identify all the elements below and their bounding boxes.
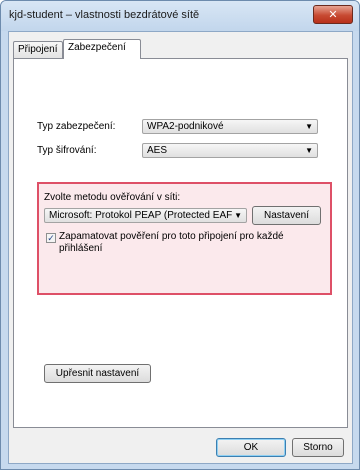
auth-method-select[interactable]: Microsoft: Protokol PEAP (Protected EAF … <box>44 208 247 223</box>
settings-button[interactable]: Nastavení <box>252 206 321 225</box>
tab-connection[interactable]: Připojení <box>13 41 63 58</box>
title-bar[interactable]: kjd-student – vlastnosti bezdrátové sítě… <box>1 1 359 31</box>
close-icon: ✕ <box>328 8 338 21</box>
tab-security[interactable]: Zabezpečení <box>63 39 141 59</box>
security-type-label: Typ zabezpečení: <box>37 121 116 132</box>
encryption-type-select[interactable]: AES ▼ <box>142 143 318 158</box>
remember-credentials-checkbox[interactable]: ✓ <box>46 233 56 243</box>
chevron-down-icon: ▼ <box>305 122 313 131</box>
auth-method-label: Zvolte metodu ověřování v síti: <box>44 192 181 203</box>
security-tab-panel: Typ zabezpečení: WPA2-podnikové ▼ Typ ši… <box>13 58 348 428</box>
auth-method-value: Microsoft: Protokol PEAP (Protected EAF <box>49 210 233 221</box>
dialog-client-area: Připojení Zabezpečení Typ zabezpečení: W… <box>8 31 353 464</box>
encryption-type-value: AES <box>147 145 168 156</box>
close-button[interactable]: ✕ <box>313 5 353 24</box>
ok-button[interactable]: OK <box>216 438 286 457</box>
chevron-down-icon: ▼ <box>234 211 242 220</box>
encryption-type-label: Typ šifrování: <box>37 145 97 156</box>
remember-credentials-label-line2: přihlášení <box>59 243 103 254</box>
tab-security-label: Zabezpečení <box>68 42 126 53</box>
advanced-settings-button[interactable]: Upřesnit nastavení <box>44 364 151 383</box>
remember-credentials-label-line1: Zapamatovat pověření pro toto připojení … <box>59 231 284 242</box>
chevron-down-icon: ▼ <box>305 146 313 155</box>
auth-method-group: Zvolte metodu ověřování v síti: Microsof… <box>37 182 332 295</box>
tab-connection-label: Připojení <box>18 44 58 55</box>
security-type-select[interactable]: WPA2-podnikové ▼ <box>142 119 318 134</box>
cancel-button[interactable]: Storno <box>292 438 344 457</box>
security-type-value: WPA2-podnikové <box>147 121 224 132</box>
window-title: kjd-student – vlastnosti bezdrátové sítě <box>9 9 200 21</box>
properties-dialog: kjd-student – vlastnosti bezdrátové sítě… <box>0 0 360 470</box>
checkmark-icon: ✓ <box>47 233 55 243</box>
